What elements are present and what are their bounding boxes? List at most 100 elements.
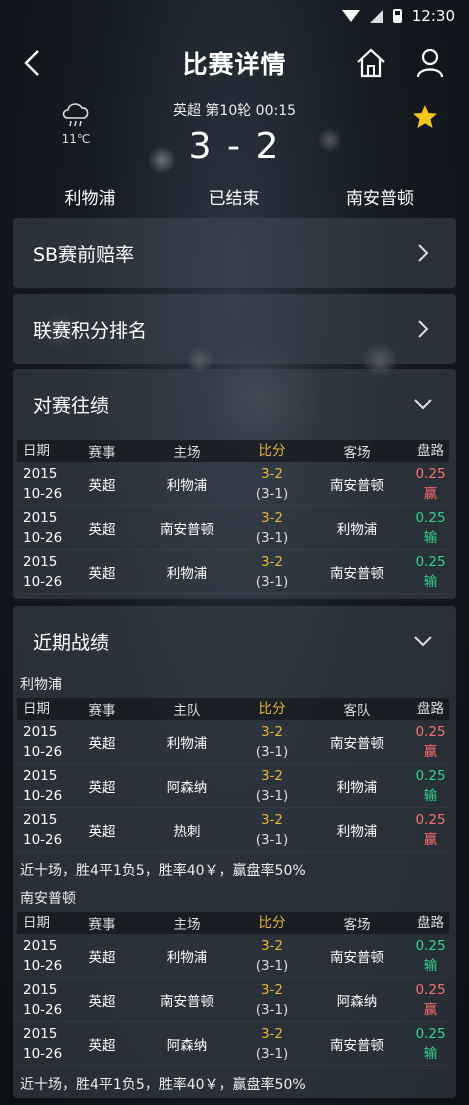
home-team-cell: 利物浦 — [166, 735, 208, 752]
recent-team2-summary: 近十场，胜4平1负5，胜率40￥，赢盘率50% — [20, 1077, 306, 1093]
handicap-cell: 0.25 输 — [412, 508, 449, 548]
match-status: 已结束 — [208, 189, 260, 209]
date-year: 2015 — [23, 553, 58, 570]
home-team-cell: 利物浦 — [166, 565, 208, 582]
date-year: 2015 — [23, 1025, 58, 1042]
handicap-result: 赢 — [423, 831, 438, 848]
handicap-cell: 0.25 输 — [412, 936, 449, 976]
full-time-score: 3-2 — [260, 509, 284, 526]
date-year: 2015 — [23, 767, 58, 784]
column-header: 赛事 — [88, 445, 116, 461]
handicap-cell: 0.25 赢 — [412, 810, 449, 850]
date-day: 10-26 — [23, 1001, 63, 1018]
home-team-cell: 利物浦 — [166, 477, 208, 494]
app-header: 比赛详情 — [0, 40, 469, 86]
away-team-cell: 南安普顿 — [330, 477, 384, 494]
home-team-cell: 阿森纳 — [166, 779, 208, 796]
date-day: 10-26 — [23, 1045, 63, 1062]
full-time-score: 3-2 — [260, 465, 284, 482]
away-team-cell: 南安普顿 — [330, 735, 384, 752]
column-header: 比分 — [258, 443, 286, 459]
full-time-score: 3-2 — [260, 1025, 284, 1042]
half-time-score: (3-1) — [255, 529, 289, 546]
chevron-right-icon — [418, 320, 429, 338]
handicap-line: 0.25 — [415, 937, 446, 954]
table-row: 2015 10-26 英超 阿森纳 3-2 (3-1) 南安普顿 0.25 输 — [17, 1022, 449, 1066]
user-icon[interactable] — [414, 47, 446, 79]
competition-cell: 英超 — [88, 823, 116, 840]
handicap-line: 0.25 — [415, 553, 446, 570]
date-day: 10-26 — [23, 529, 63, 546]
panel-standings-header[interactable]: 联赛积分排名 — [13, 294, 456, 364]
column-header: 主场 — [173, 917, 201, 933]
half-time-score: (3-1) — [255, 1045, 289, 1062]
table-row: 2015 10-26 英超 利物浦 3-2 (3-1) 南安普顿 0.25 输 — [17, 550, 449, 594]
away-team-cell: 利物浦 — [336, 779, 378, 796]
panel-h2h-header[interactable]: 对赛往绩 — [13, 369, 456, 439]
score-cell: 3-2 (3-1) — [242, 552, 302, 592]
table-row: 2015 10-26 英超 利物浦 3-2 (3-1) 南安普顿 0.25 输 — [17, 934, 449, 978]
competition-cell: 英超 — [88, 993, 116, 1010]
column-header: 客场 — [343, 917, 371, 933]
back-icon[interactable] — [18, 48, 48, 78]
clock: 12:30 — [411, 7, 455, 25]
score-cell: 3-2 (3-1) — [242, 1024, 302, 1064]
wifi-icon — [341, 10, 360, 22]
panel-recent-header[interactable]: 近期战绩 — [13, 606, 456, 676]
full-time-score: 3-2 — [260, 981, 284, 998]
date-cell: 2015 10-26 — [17, 552, 72, 592]
handicap-result: 输 — [423, 957, 438, 974]
date-year: 2015 — [23, 811, 58, 828]
handicap-result: 输 — [423, 787, 438, 804]
date-day: 10-26 — [23, 485, 63, 502]
panel-h2h-title: 对赛往绩 — [33, 394, 110, 417]
full-time-score: 3-2 — [260, 937, 284, 954]
handicap-result: 赢 — [423, 1001, 438, 1018]
chevron-down-icon — [414, 636, 432, 647]
home-team-cell: 阿森纳 — [166, 1037, 208, 1054]
column-header: 盘路 — [417, 443, 444, 459]
handicap-line: 0.25 — [415, 509, 446, 526]
column-header: 主队 — [173, 703, 201, 719]
favorite-star-icon[interactable] — [412, 104, 438, 130]
table-row: 2015 10-26 英超 热刺 3-2 (3-1) 利物浦 0.25 赢 — [17, 808, 449, 852]
recent-team2-name: 南安普顿 — [20, 891, 76, 907]
panel-recent-title: 近期战绩 — [33, 631, 110, 654]
competition-cell: 英超 — [88, 949, 116, 966]
handicap-cell: 0.25 赢 — [412, 722, 449, 762]
handicap-cell: 0.25 输 — [412, 552, 449, 592]
recent-team1-table: 日期 赛事 主队 比分 客队 盘路 2015 10-26 英超 利物浦 3-2 (3-1) 南安普顿 0.… — [17, 698, 449, 852]
handicap-line: 0.25 — [415, 1025, 446, 1042]
home-icon[interactable] — [355, 47, 387, 79]
table-header-row: 日期 赛事 主场 比分 客场 盘路 — [17, 912, 449, 934]
handicap-line: 0.25 — [415, 465, 446, 482]
half-time-score: (3-1) — [255, 573, 289, 590]
handicap-result: 赢 — [423, 485, 438, 502]
score-cell: 3-2 (3-1) — [242, 936, 302, 976]
score-cell: 3-2 (3-1) — [242, 980, 302, 1020]
battery-icon — [392, 9, 402, 23]
panel-standings[interactable]: 联赛积分排名 — [13, 294, 456, 364]
handicap-result: 输 — [423, 573, 438, 590]
date-day: 10-26 — [23, 573, 63, 590]
home-team-cell: 南安普顿 — [160, 993, 214, 1010]
half-time-score: (3-1) — [255, 485, 289, 502]
panel-odds-title: SB赛前赔率 — [33, 243, 135, 266]
competition-cell: 英超 — [88, 477, 116, 494]
away-team-cell: 南安普顿 — [330, 1037, 384, 1054]
away-team-cell: 利物浦 — [336, 521, 378, 538]
date-day: 10-26 — [23, 831, 63, 848]
full-time-score: 3-2 — [260, 811, 284, 828]
date-year: 2015 — [23, 465, 58, 482]
panel-odds[interactable]: SB赛前赔率 — [13, 218, 456, 288]
table-row: 2015 10-26 英超 南安普顿 3-2 (3-1) 利物浦 0.25 输 — [17, 506, 449, 550]
competition-cell: 英超 — [88, 565, 116, 582]
handicap-line: 0.25 — [415, 981, 446, 998]
half-time-score: (3-1) — [255, 831, 289, 848]
panel-odds-header[interactable]: SB赛前赔率 — [13, 218, 456, 288]
column-header: 客队 — [343, 703, 371, 719]
handicap-result: 输 — [423, 529, 438, 546]
away-team-cell: 南安普顿 — [330, 565, 384, 582]
status-bar: 12:30 — [0, 0, 469, 32]
table-row: 2015 10-26 英超 南安普顿 3-2 (3-1) 阿森纳 0.25 赢 — [17, 978, 449, 1022]
